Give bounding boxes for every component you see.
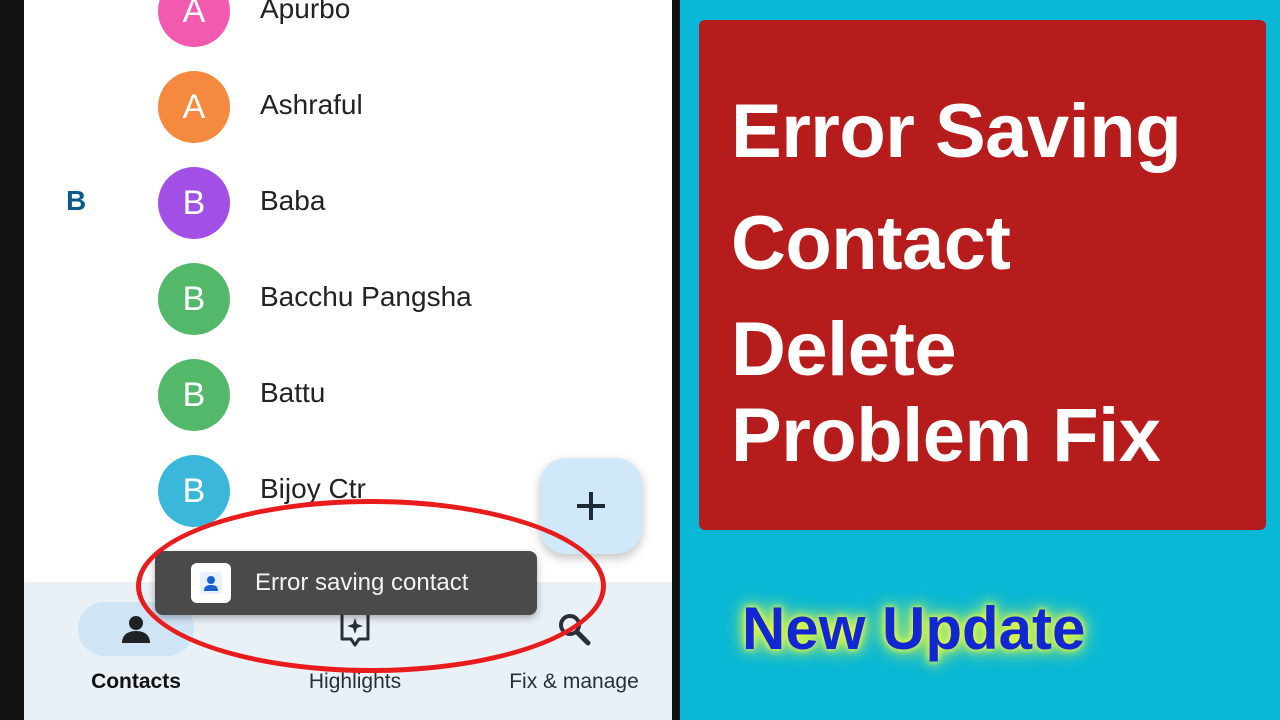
nav-label: Highlights xyxy=(308,670,402,693)
phone-frame: A Apurbo A Ashraful B B Baba B Bacchu Pa… xyxy=(0,0,680,720)
avatar: B xyxy=(158,263,230,335)
avatar-initial: A xyxy=(182,87,206,126)
title-line: Error Saving xyxy=(731,89,1182,174)
contact-row[interactable]: A Ashraful xyxy=(24,59,672,155)
contact-name: Ashraful xyxy=(260,89,363,120)
avatar-initial: B xyxy=(182,183,206,222)
highlight-circle-annotation xyxy=(136,499,606,673)
title-line: Problem Fix xyxy=(731,393,1161,478)
contacts-screen: A Apurbo A Ashraful B B Baba B Bacchu Pa… xyxy=(24,0,672,720)
nav-label: Fix & manage xyxy=(509,670,639,693)
contact-row[interactable]: B Battu xyxy=(24,347,672,443)
avatar: B xyxy=(158,167,230,239)
avatar: B xyxy=(158,455,230,527)
title-banner: Error Saving Contact Delete Problem Fix xyxy=(699,20,1266,530)
plus-icon xyxy=(577,492,605,520)
contact-name: Apurbo xyxy=(260,0,351,24)
nav-label: Contacts xyxy=(91,670,181,693)
section-letter: B xyxy=(66,185,87,216)
avatar: A xyxy=(158,71,230,143)
avatar-initial: B xyxy=(182,279,206,318)
title-line: Delete xyxy=(731,307,957,392)
new-update-label: New Update xyxy=(742,595,1086,662)
contact-name: Baba xyxy=(260,185,326,216)
avatar: A xyxy=(158,0,230,47)
avatar-initial: B xyxy=(182,471,206,510)
avatar-initial: B xyxy=(182,375,206,414)
avatar-initial: A xyxy=(182,0,206,30)
avatar: B xyxy=(158,359,230,431)
contact-row[interactable]: A Apurbo xyxy=(24,0,672,59)
person-icon xyxy=(122,616,150,643)
contact-row[interactable]: B B Baba xyxy=(24,155,672,251)
contact-name: Battu xyxy=(260,377,326,408)
title-line: Contact xyxy=(731,201,1011,286)
contact-name: Bacchu Pangsha xyxy=(260,281,472,312)
contact-row[interactable]: B Bacchu Pangsha xyxy=(24,251,672,347)
